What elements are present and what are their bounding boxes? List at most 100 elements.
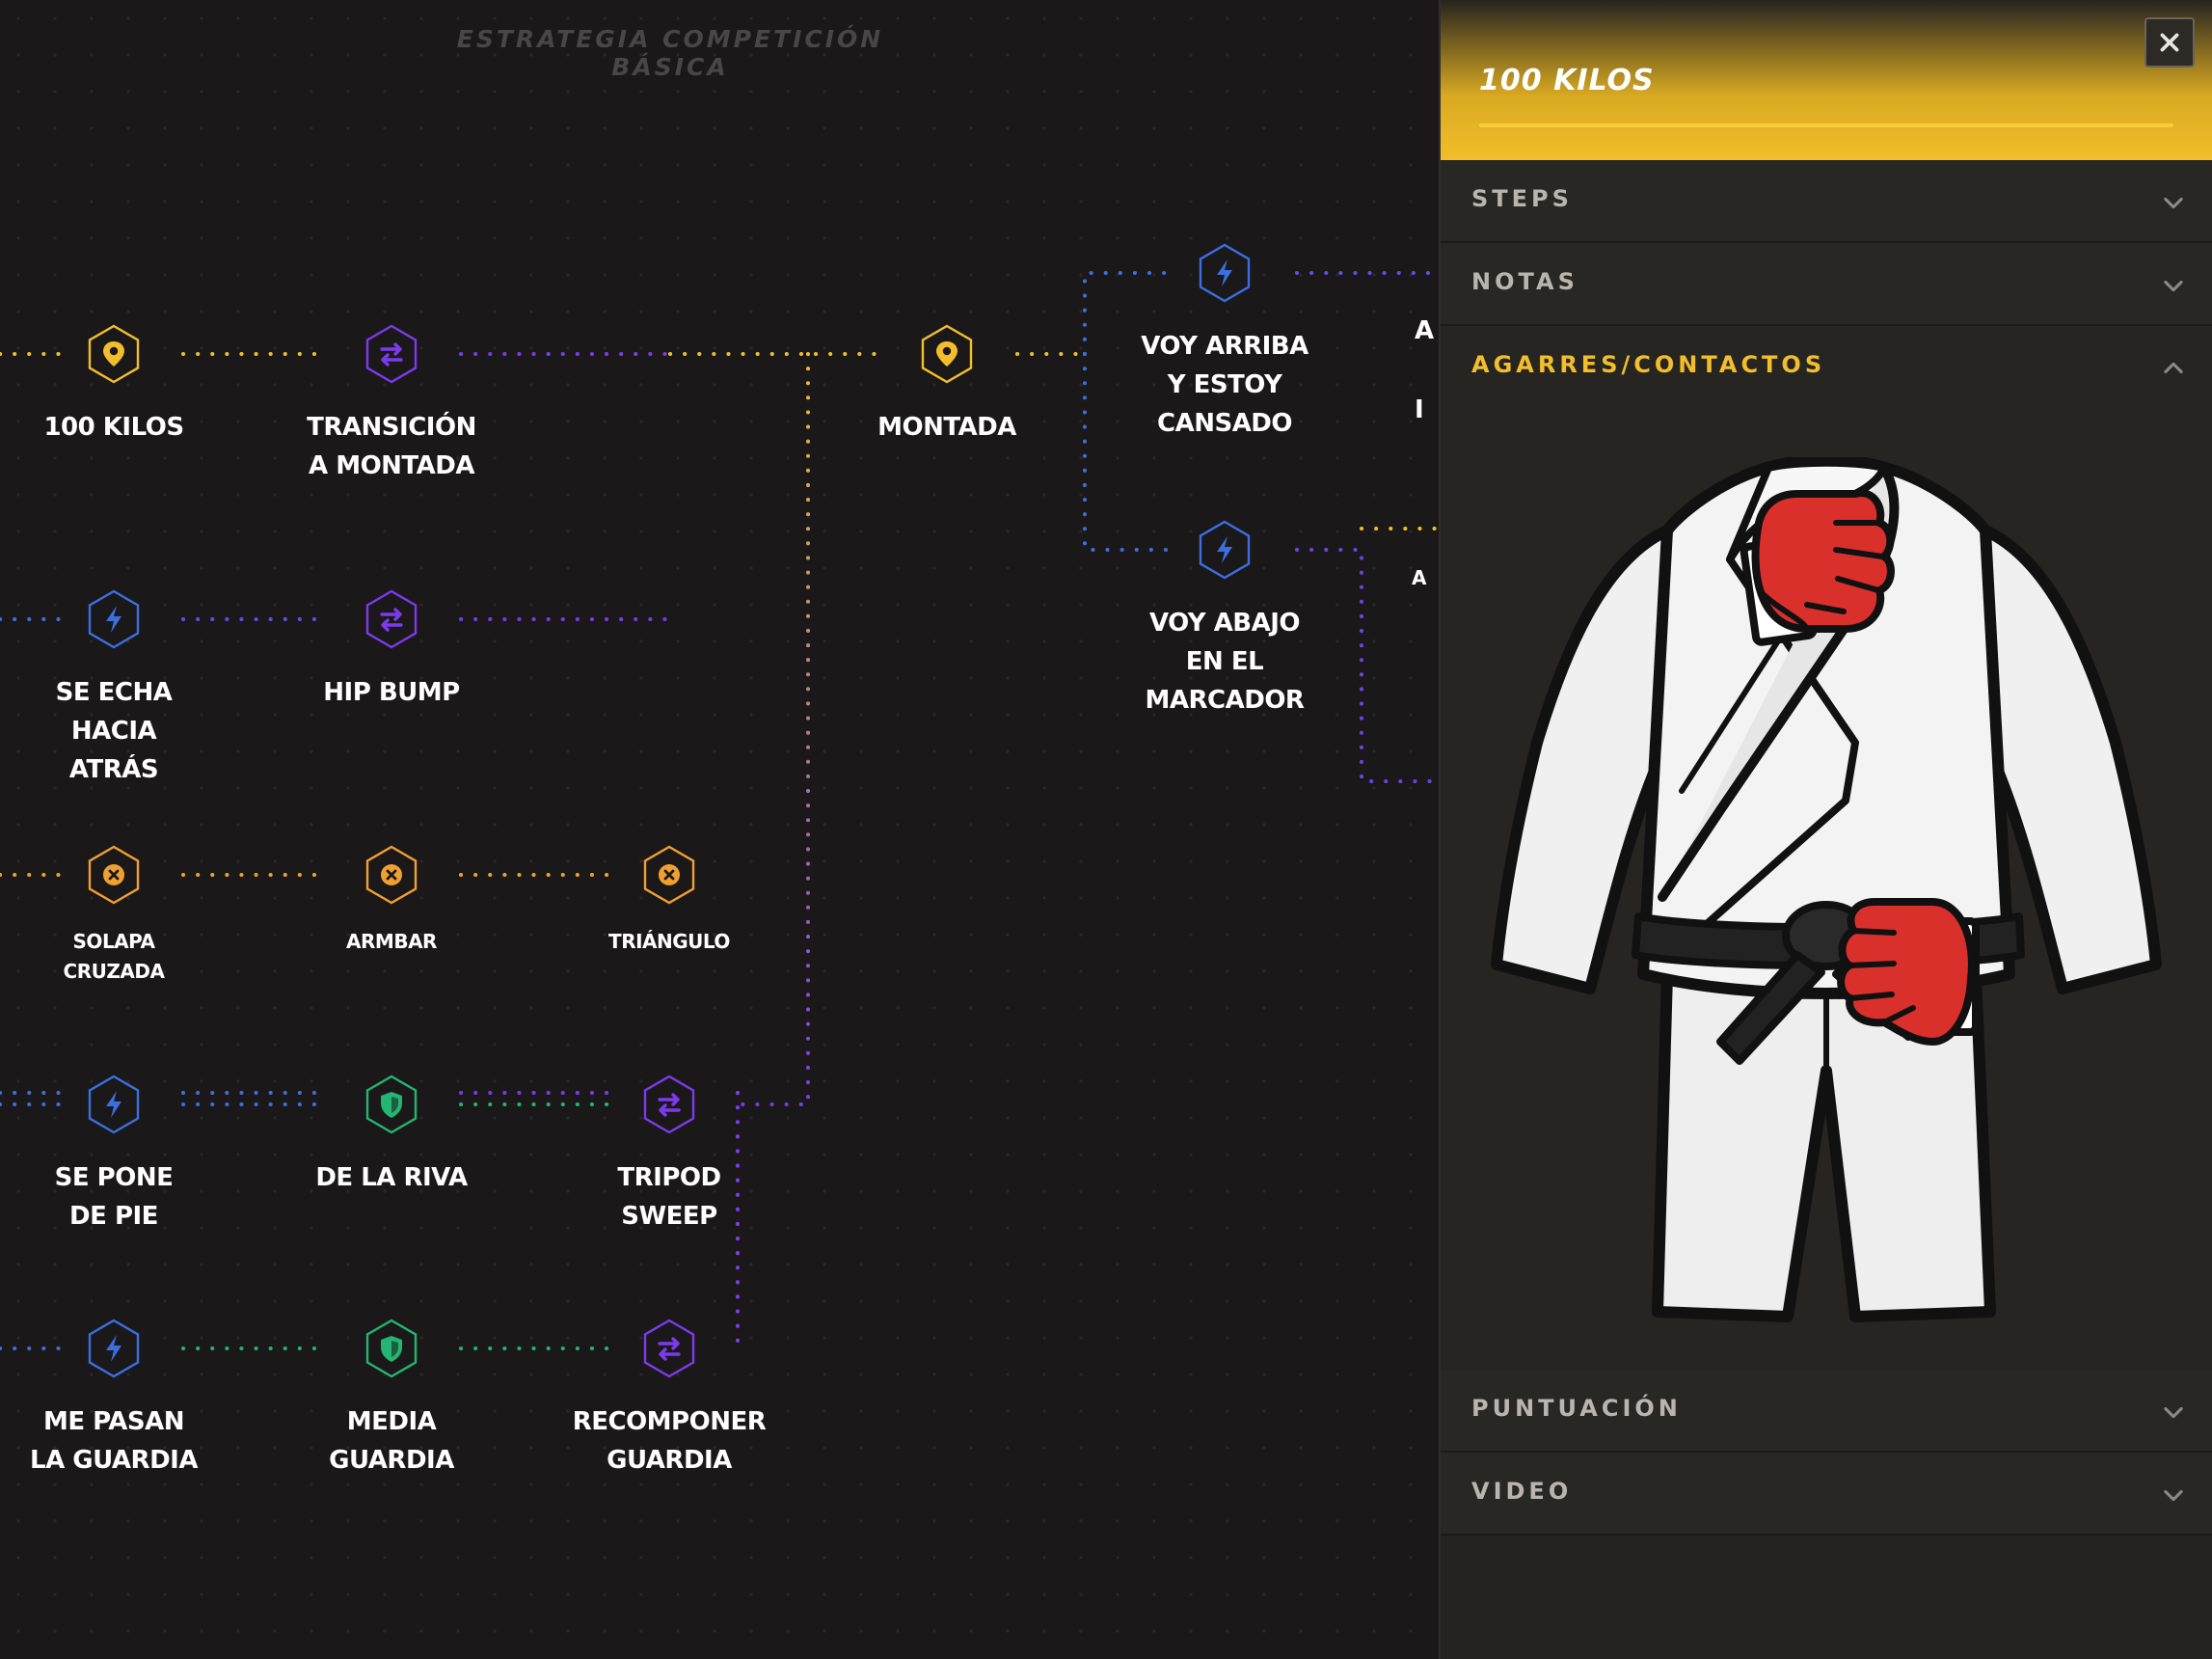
node-label: 100 KILOS (0, 408, 239, 447)
node-label: SOLAPA CRUZADA (0, 927, 239, 987)
node-label-line: SWEEP (621, 1202, 717, 1231)
node-label-line: MEDIA (346, 1407, 437, 1436)
node-label: TRIPOD SWEEP (544, 1158, 795, 1236)
node-label-line: CANSADO (1157, 409, 1293, 438)
node-label-line: SOLAPA (72, 930, 155, 953)
node-label-line: A (1415, 316, 1434, 345)
node-media-guardia[interactable] (361, 1318, 422, 1379)
swap-arrows-icon (643, 1319, 695, 1378)
node-label: ARMBAR (266, 927, 517, 957)
x-circle-icon (365, 845, 418, 905)
chevron-down-icon (2164, 280, 2183, 292)
node-label: A (1415, 312, 1439, 350)
node-label-line: RECOMPONER (572, 1407, 767, 1436)
node-label-line: 100 KILOS (43, 413, 184, 442)
node-label-line: LA GUARDIA (30, 1446, 198, 1475)
swap-arrows-icon (365, 324, 418, 384)
shield-icon (365, 1074, 418, 1134)
node-me-pasan-la-guardia[interactable] (83, 1318, 145, 1379)
x-circle-icon (88, 845, 140, 905)
node-label-line: A (1412, 566, 1426, 589)
node-tripod-sweep[interactable] (638, 1074, 700, 1135)
node-100-kilos[interactable] (83, 323, 145, 385)
section-puntuacion-label: PUNTUACIÓN (1471, 1395, 1682, 1422)
node-label-line: MARCADOR (1145, 686, 1305, 715)
chevron-down-icon (2164, 1489, 2183, 1502)
detail-panel: 100 KILOS STEPS NOTAS AGARRES/CONTACTOS (1439, 0, 2212, 1659)
map-pin-icon (921, 324, 973, 384)
node-de-la-riva[interactable] (361, 1074, 422, 1135)
node-label: SE PONE DE PIE (0, 1158, 239, 1236)
section-video-label: VIDEO (1471, 1478, 1573, 1505)
strategy-canvas[interactable]: ESTRATEGIA COMPETICIÓN BÁSICA 100 KILOS … (0, 0, 1439, 1659)
close-button[interactable] (2145, 17, 2195, 68)
node-armbar[interactable] (361, 844, 422, 906)
node-label-line: SE PONE (54, 1163, 174, 1192)
node-label: MEDIA GUARDIA (266, 1402, 517, 1480)
lightning-icon (88, 589, 140, 649)
section-notas-label: NOTAS (1471, 268, 1578, 295)
chevron-down-icon (2164, 1406, 2183, 1419)
node-label: VOY ARRIBA Y ESTOY CANSADO (1099, 327, 1350, 443)
node-label-line: TRIÁNGULO (608, 930, 730, 953)
node-label: MONTADA (822, 408, 1072, 447)
node-label: ME PASAN LA GUARDIA (0, 1402, 239, 1480)
node-label-line: CRUZADA (63, 960, 165, 983)
node-label-line: EN EL (1185, 647, 1264, 676)
swap-arrows-icon (365, 589, 418, 649)
node-voy-abajo-en-el-marcador[interactable] (1194, 519, 1255, 581)
node-label: DE LA RIVA (266, 1158, 517, 1197)
node-label-line: GUARDIA (329, 1446, 454, 1475)
node-triángulo[interactable] (638, 844, 700, 906)
section-steps[interactable]: STEPS (1441, 160, 2212, 243)
node-transición-a-montada[interactable] (361, 323, 422, 385)
node-label-line: MONTADA (877, 413, 1016, 442)
node-label-line: ATRÁS (68, 755, 159, 784)
node-label-line: GUARDIA (607, 1446, 732, 1475)
swap-arrows-icon (643, 1074, 695, 1134)
section-notas[interactable]: NOTAS (1441, 243, 2212, 326)
panel-title: 100 KILOS (1479, 64, 1655, 97)
node-label-line: DE PIE (69, 1202, 158, 1231)
node-hip-bump[interactable] (361, 588, 422, 650)
section-agarres-label: AGARRES/CONTACTOS (1471, 351, 1826, 378)
grips-diagram (1441, 395, 2212, 1370)
node-se-echa-hacia-atrás[interactable] (83, 588, 145, 650)
lightning-icon (88, 1074, 140, 1134)
node-label-line: SE ECHA (55, 678, 173, 707)
panel-empty-area (1441, 1536, 2212, 1659)
node-solapa-cruzada[interactable] (83, 844, 145, 906)
node-recomponer-guardia[interactable] (638, 1318, 700, 1379)
shield-icon (365, 1319, 418, 1378)
wire-12 (736, 352, 810, 1106)
node-voy-arriba-y-estoy-cansado[interactable] (1194, 242, 1255, 304)
close-icon (2160, 33, 2179, 52)
node-label-line: VOY ARRIBA (1141, 332, 1308, 361)
node-label-line: A MONTADA (309, 451, 474, 480)
fist-icon (1837, 898, 1980, 1047)
panel-title-underline (1479, 123, 2173, 127)
node-label: VOY ABAJO EN EL MARCADOR (1099, 604, 1350, 720)
node-label-line: HACIA (70, 717, 157, 746)
lightning-icon (1199, 520, 1251, 580)
fist-icon (1740, 489, 1895, 646)
node-montada[interactable] (916, 323, 978, 385)
node-label-line: HIP BUMP (323, 678, 460, 707)
x-circle-icon (643, 845, 695, 905)
node-label: I (1415, 391, 1439, 429)
node-label-line: Y ESTOY (1167, 370, 1282, 399)
node-label-line: VOY ABAJO (1148, 609, 1301, 638)
node-label: A (1412, 563, 1439, 593)
lightning-icon (1199, 243, 1251, 303)
section-steps-label: STEPS (1471, 185, 1573, 212)
section-video[interactable]: VIDEO (1441, 1453, 2212, 1536)
lightning-icon (88, 1319, 140, 1378)
node-label: HIP BUMP (266, 673, 517, 712)
node-label-line: TRIPOD (617, 1163, 721, 1192)
node-label: TRIÁNGULO (544, 927, 795, 957)
section-puntuacion[interactable]: PUNTUACIÓN (1441, 1370, 2212, 1453)
node-label: RECOMPONER GUARDIA (544, 1402, 795, 1480)
node-se-pone-de-pie[interactable] (83, 1074, 145, 1135)
node-label-line: I (1415, 395, 1424, 424)
node-label-line: TRANSICIÓN (307, 413, 476, 442)
